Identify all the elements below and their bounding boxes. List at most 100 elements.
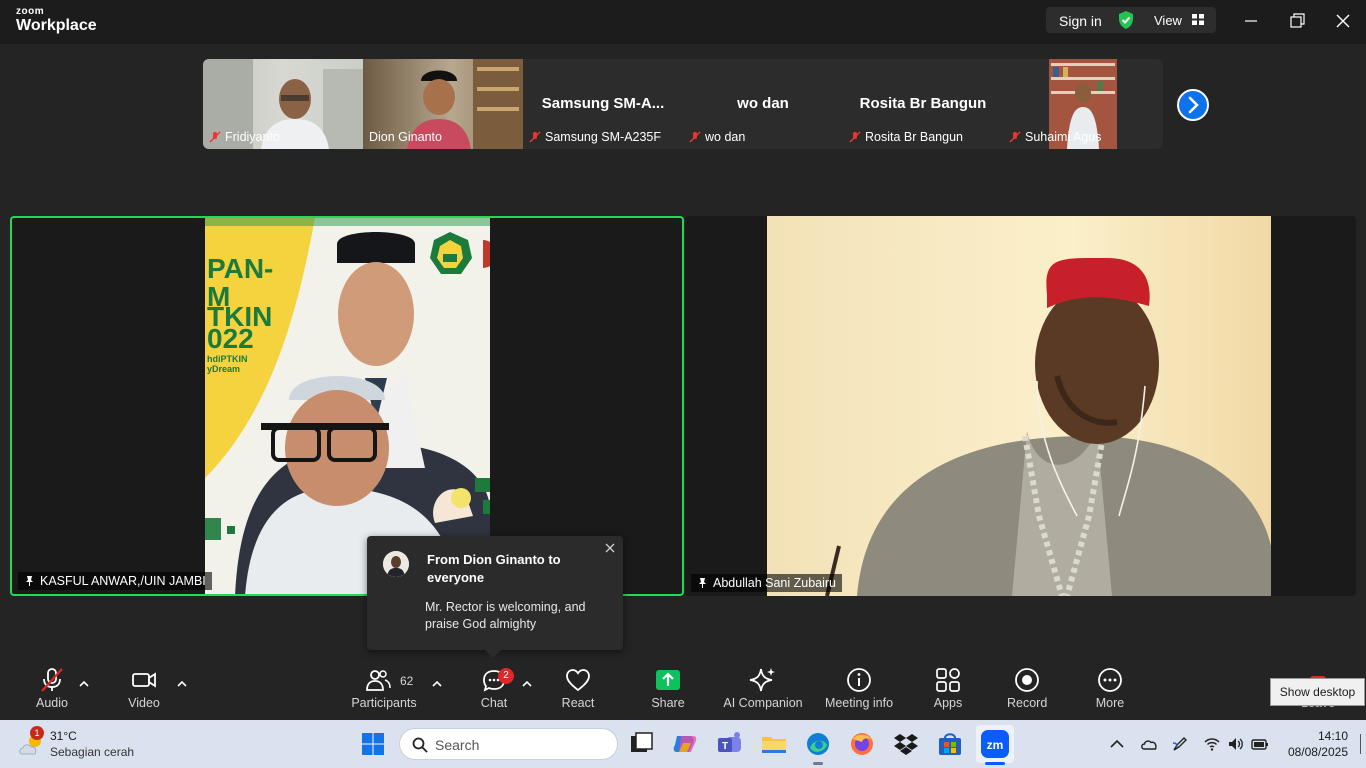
chevron-up-icon[interactable] <box>522 680 532 688</box>
taskbar-clock-date[interactable]: 08/08/2025 <box>1285 745 1348 759</box>
speaker-volume-icon[interactable] <box>1227 735 1245 753</box>
thumbnail-wo-dan[interactable]: wo dan wo dan <box>683 59 843 149</box>
participant-name-tag: KASFUL ANWAR,/UIN JAMBI <box>18 572 212 590</box>
more-label: More <box>1095 696 1125 710</box>
video-tile-abdullah-sani-zubairu[interactable]: Abdullah Sani Zubairu <box>685 216 1356 596</box>
thumbnail-display-name: Samsung SM-A... <box>541 95 665 112</box>
chat-label: Chat <box>480 696 508 710</box>
show-desktop-edge[interactable] <box>1360 734 1361 754</box>
thumbnail-dion-ginanto[interactable]: Dion Ginanto <box>363 59 523 149</box>
next-page-button[interactable] <box>1177 89 1209 121</box>
apps-label: Apps <box>933 696 963 710</box>
thumbnail-samsung[interactable]: Samsung SM-A... Samsung SM-A235F <box>523 59 683 149</box>
participant-name: Abdullah Sani Zubairu <box>713 576 836 590</box>
view-grid-icon <box>1192 14 1204 25</box>
video-camera-icon <box>132 672 156 688</box>
thumbnail-label: Suhaimi Agus <box>1009 130 1101 144</box>
thumbnail-name: Suhaimi Agus <box>1025 130 1102 144</box>
onedrive-cloud-icon[interactable] <box>1140 735 1158 753</box>
more-button[interactable]: More <box>1090 666 1130 716</box>
teams-icon[interactable]: T <box>716 730 744 758</box>
mic-muted-icon <box>209 131 221 143</box>
poster-text-line: 022 <box>207 323 254 354</box>
thumbnail-label: Samsung SM-A235F <box>529 130 661 144</box>
share-screen-icon <box>656 670 680 690</box>
share-label: Share <box>651 696 685 710</box>
edge-browser-icon[interactable] <box>804 730 832 758</box>
zoom-app-icon: zm <box>981 730 1009 758</box>
view-button[interactable]: View <box>1154 13 1182 28</box>
meeting-controls-toolbar: Audio Video Participants 62 Chat 2 React… <box>0 660 1366 720</box>
poster-text-line: PAN- <box>207 253 273 284</box>
dropbox-icon[interactable] <box>892 730 920 758</box>
copilot-icon[interactable] <box>671 730 699 758</box>
file-explorer-icon[interactable] <box>760 730 788 758</box>
thumbnail-name: Dion Ginanto <box>369 130 442 144</box>
zoom-app-active[interactable]: zm <box>976 725 1014 763</box>
mic-muted-icon <box>689 131 701 143</box>
video-feed-abdullah <box>767 216 1271 596</box>
audio-label: Audio <box>36 696 68 710</box>
security-shield-icon[interactable] <box>1116 10 1136 30</box>
title-bar: zoom Workplace Sign in View <box>0 0 1366 44</box>
chat-message-text: Mr. Rector is welcoming, and praise God … <box>425 600 586 631</box>
titlebar-actions: Sign in View <box>1046 7 1216 33</box>
microsoft-store-icon[interactable] <box>936 730 964 758</box>
close-icon[interactable] <box>1332 10 1354 32</box>
meeting-info-label: Meeting info <box>824 696 894 710</box>
firefox-icon[interactable] <box>848 730 876 758</box>
apps-button[interactable]: Apps <box>928 666 968 716</box>
info-icon <box>847 668 871 692</box>
record-label: Record <box>1007 696 1048 710</box>
weather-alert-badge: 1 <box>30 726 44 740</box>
chat-sender-line: From Dion Ginanto to everyone <box>427 552 561 585</box>
logo-top-text: zoom <box>16 6 45 17</box>
chevron-up-icon[interactable] <box>432 680 442 688</box>
poster-text-line: hdiPTKIN <box>207 354 248 364</box>
close-icon[interactable] <box>604 542 616 554</box>
thumbnail-fridiyanto[interactable]: Fridiyanto <box>203 59 363 149</box>
react-button[interactable]: React <box>558 666 598 716</box>
chat-notification-popup[interactable]: From Dion Ginanto to everyone Mr. Rector… <box>367 536 623 658</box>
ai-companion-button[interactable]: AI Companion <box>722 666 804 716</box>
zoom-workplace-logo: zoom Workplace <box>16 7 97 34</box>
thumbnail-label: wo dan <box>689 130 745 144</box>
sparkle-icon <box>749 668 775 692</box>
taskbar-search-box[interactable]: Search <box>399 728 618 760</box>
chevron-up-icon[interactable] <box>79 680 89 688</box>
thumbnail-label: Dion Ginanto <box>369 130 442 144</box>
heart-icon <box>566 669 590 692</box>
search-icon <box>412 737 428 753</box>
svg-text:zm: zm <box>987 738 1004 752</box>
edge-open-indicator <box>813 762 823 765</box>
zoom-active-indicator <box>985 762 1005 765</box>
svg-text:T: T <box>722 741 728 752</box>
windows-start-icon[interactable] <box>362 733 384 755</box>
logo-bottom-text: Workplace <box>16 17 97 34</box>
audio-button[interactable]: Audio <box>32 666 72 716</box>
sender-avatar <box>383 551 409 577</box>
thumbnail-label: Rosita Br Bangun <box>849 130 963 144</box>
show-desktop-tooltip: Show desktop <box>1270 678 1365 706</box>
poster-text-line: yDream <box>207 364 240 374</box>
battery-charging-icon[interactable] <box>1251 735 1269 753</box>
video-button[interactable]: Video <box>124 666 164 716</box>
record-button[interactable]: Record <box>1007 666 1047 716</box>
pin-icon <box>699 578 706 588</box>
restore-icon[interactable] <box>1286 10 1308 32</box>
chevron-up-icon[interactable] <box>177 680 187 688</box>
task-view-icon[interactable] <box>628 730 656 758</box>
location-pen-icon[interactable] <box>1171 735 1189 753</box>
sign-in-button[interactable]: Sign in <box>1059 13 1102 29</box>
react-label: React <box>561 696 595 710</box>
thumbnail-rosita[interactable]: Rosita Br Bangun Rosita Br Bangun <box>843 59 1003 149</box>
show-hidden-icons-chevron-icon[interactable] <box>1108 735 1126 753</box>
mic-muted-icon <box>41 668 63 692</box>
minimize-icon[interactable] <box>1240 10 1262 32</box>
share-button[interactable]: Share <box>648 666 688 716</box>
record-icon <box>1015 668 1039 692</box>
taskbar-clock-time[interactable]: 14:10 <box>1318 729 1348 743</box>
thumbnail-suhaimi-agus[interactable]: Suhaimi Agus <box>1003 59 1163 149</box>
wifi-icon[interactable] <box>1203 735 1221 753</box>
meeting-info-button[interactable]: Meeting info <box>822 666 896 716</box>
